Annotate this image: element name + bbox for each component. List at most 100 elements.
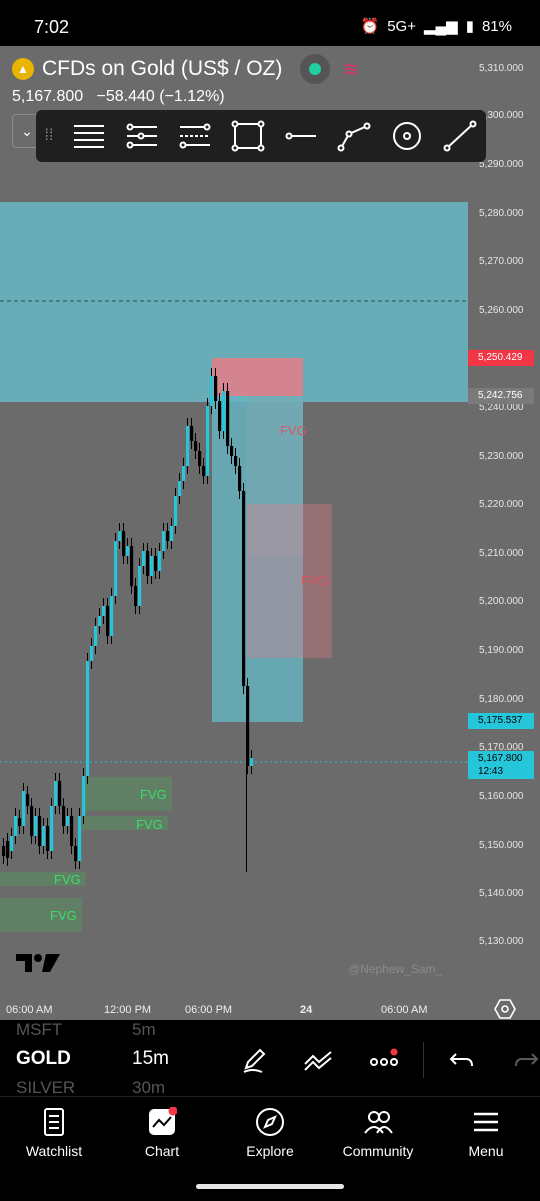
parallel-lines-icon[interactable] bbox=[115, 110, 168, 162]
drawing-toolbar: ⁞⁞ bbox=[36, 110, 486, 162]
drag-handle-icon[interactable]: ⁞⁞ bbox=[36, 127, 62, 145]
price-tick: 5,220.000 bbox=[479, 499, 524, 510]
nav-explore[interactable]: Explore bbox=[220, 1107, 320, 1159]
watchlist-icon bbox=[44, 1108, 64, 1136]
candle-body bbox=[214, 376, 218, 401]
candle-body bbox=[22, 791, 26, 826]
instrument-header[interactable]: ▲ CFDs on Gold (US$ / OZ) ≋ bbox=[12, 54, 359, 84]
settings-hex-icon[interactable] bbox=[494, 998, 516, 1020]
price-tick: 5,200.000 bbox=[479, 596, 524, 607]
fvg-label-3: FVG bbox=[140, 787, 167, 802]
status-bar: 7:02 ⏰ 5G+ ▂▄▆ ▮ 81% bbox=[0, 0, 540, 46]
candle-body bbox=[54, 781, 58, 806]
candle-body bbox=[86, 661, 90, 776]
rectangle-icon[interactable] bbox=[221, 110, 274, 162]
nav-watchlist[interactable]: Watchlist bbox=[4, 1107, 104, 1159]
candle-body bbox=[82, 776, 86, 816]
candle-body bbox=[106, 606, 110, 636]
candle-body bbox=[34, 816, 38, 836]
circle-icon[interactable] bbox=[380, 110, 433, 162]
price-label-target: 5,175.537 bbox=[468, 713, 534, 729]
fvg-label-6: FVG bbox=[50, 908, 77, 923]
price-scale[interactable]: 5,310.000 5,300.000 5,290.000 5,280.000 … bbox=[468, 46, 540, 1020]
candle-body bbox=[90, 646, 94, 661]
price-tick: 5,130.000 bbox=[479, 936, 524, 947]
time-axis[interactable]: 06:00 AM 12:00 PM 06:00 PM 24 06:00 AM bbox=[0, 1000, 540, 1020]
candle-body bbox=[50, 806, 54, 851]
candle-body bbox=[190, 426, 194, 441]
candle-body bbox=[38, 816, 42, 846]
more-icon[interactable] bbox=[368, 1044, 400, 1076]
candle-body bbox=[218, 401, 222, 431]
candle-body bbox=[166, 531, 170, 541]
candle-body bbox=[102, 606, 106, 616]
candle-body bbox=[242, 491, 246, 686]
market-open-indicator[interactable] bbox=[300, 54, 331, 84]
undo-icon[interactable] bbox=[446, 1044, 478, 1076]
candle-body bbox=[146, 551, 150, 576]
fib-lines-icon[interactable] bbox=[168, 110, 221, 162]
fvg-label-1: FVG bbox=[280, 423, 307, 438]
candle-body bbox=[230, 446, 234, 456]
battery-label: 81% bbox=[481, 17, 512, 35]
candle-body bbox=[158, 551, 162, 571]
price-tick: 5,270.000 bbox=[479, 256, 524, 267]
prev-timeframe[interactable]: 5m bbox=[132, 1020, 156, 1040]
price-row: 5,167.800 −58.440 (−1.12%) bbox=[12, 88, 225, 106]
next-timeframe[interactable]: 30m bbox=[132, 1078, 165, 1098]
candle-body bbox=[66, 816, 70, 826]
next-symbol[interactable]: SILVER bbox=[16, 1078, 75, 1098]
candle-body bbox=[134, 586, 138, 606]
candle-body bbox=[6, 841, 10, 858]
time-tick: 06:00 AM bbox=[6, 1004, 53, 1016]
price-tick: 5,280.000 bbox=[479, 208, 524, 219]
candle-body bbox=[206, 406, 210, 476]
candle-body bbox=[150, 556, 154, 576]
price-tick: 5,190.000 bbox=[479, 645, 524, 656]
horizontal-ray-icon[interactable] bbox=[274, 110, 327, 162]
candle-body bbox=[10, 836, 14, 851]
trend-line-icon[interactable] bbox=[433, 110, 486, 162]
path-icon[interactable] bbox=[327, 110, 380, 162]
candle-body bbox=[174, 496, 178, 526]
nav-chart[interactable]: Chart bbox=[112, 1107, 212, 1159]
instrument-title: CFDs on Gold (US$ / OZ) bbox=[42, 57, 283, 80]
zone-bearish bbox=[212, 358, 303, 396]
pencil-icon[interactable] bbox=[238, 1044, 270, 1076]
price-label-bear: 5,250.429 bbox=[468, 350, 534, 366]
horizontal-lines-icon[interactable] bbox=[62, 110, 115, 162]
timeframe-selector[interactable]: 15m bbox=[132, 1048, 169, 1070]
price-label-level: 5,242.756 bbox=[468, 388, 534, 404]
status-time: 7:02 bbox=[34, 17, 70, 37]
symbol-selector[interactable]: GOLD bbox=[16, 1048, 71, 1070]
candle-body bbox=[18, 818, 22, 826]
nav-community[interactable]: Community bbox=[328, 1107, 428, 1159]
chart-area[interactable]: FVG FVG FVG FVG FVG FVG 5,310.000 5,300.… bbox=[0, 46, 540, 1020]
indicators-icon[interactable] bbox=[302, 1044, 334, 1076]
last-price: 5,167.800 bbox=[12, 88, 84, 105]
wave-icon[interactable]: ≋ bbox=[342, 57, 359, 82]
fvg-label-4: FVG bbox=[136, 817, 163, 832]
candle-body bbox=[46, 826, 50, 851]
candle-body bbox=[222, 391, 226, 431]
battery-icon: ▮ bbox=[465, 18, 474, 35]
candle-body bbox=[202, 466, 206, 476]
nav-menu[interactable]: Menu bbox=[436, 1107, 536, 1159]
candle-body bbox=[186, 426, 190, 466]
redo-icon[interactable] bbox=[510, 1044, 540, 1076]
candle-body bbox=[94, 626, 98, 646]
price-tick: 5,210.000 bbox=[479, 548, 524, 559]
candle-body bbox=[114, 541, 118, 596]
candle-body bbox=[14, 816, 18, 836]
time-tick: 06:00 AM bbox=[381, 1004, 428, 1016]
prev-symbol[interactable]: MSFT bbox=[16, 1020, 62, 1040]
time-tick: 24 bbox=[300, 1004, 313, 1016]
network-label: 5G+ bbox=[387, 17, 416, 35]
candle-body bbox=[194, 441, 198, 451]
time-tick: 06:00 PM bbox=[185, 1004, 233, 1016]
signal-icon: ▂▄▆ bbox=[424, 18, 458, 35]
fvg-label-5: FVG bbox=[54, 872, 81, 887]
candle-body bbox=[30, 806, 34, 836]
gold-logo-icon: ▲ bbox=[12, 58, 34, 80]
alarm-icon: ⏰ bbox=[360, 18, 380, 35]
